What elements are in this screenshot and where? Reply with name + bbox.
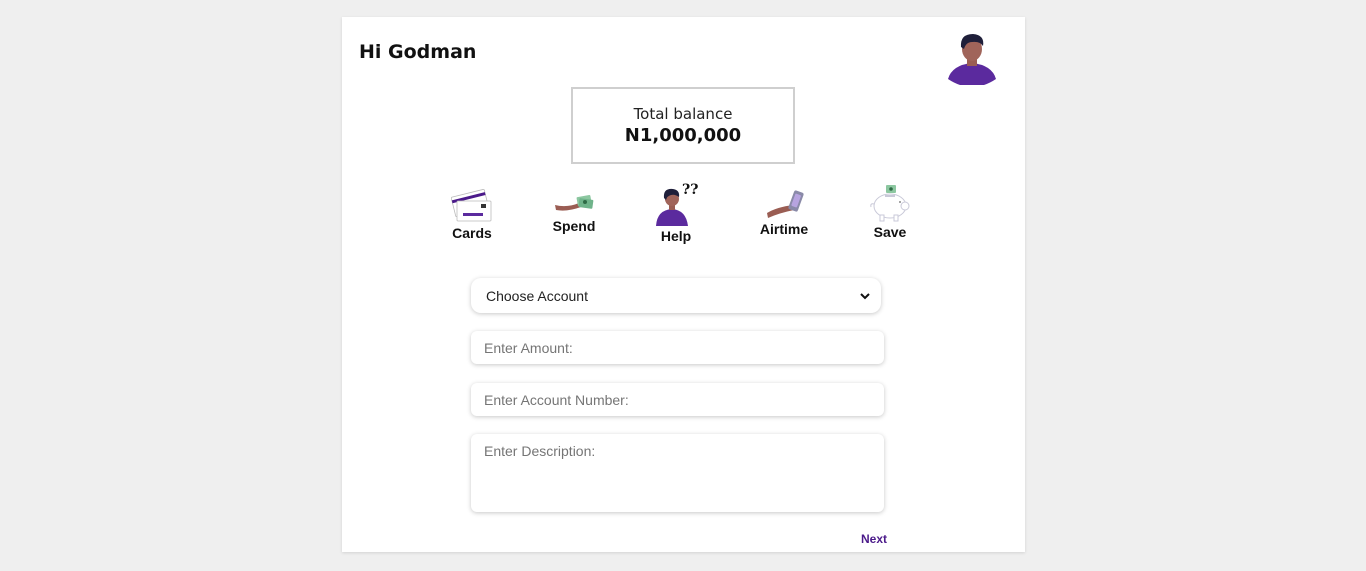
action-help[interactable]: ?? Help: [653, 180, 699, 244]
chevron-down-icon: [860, 292, 870, 299]
avatar[interactable]: [944, 29, 1000, 87]
airtime-icon: [767, 190, 804, 218]
account-select[interactable]: Choose Account: [471, 278, 881, 313]
balance-box: Total balance N1,000,000: [571, 87, 795, 164]
help-icon: ??: [656, 182, 698, 226]
action-spend[interactable]: Spend: [552, 190, 596, 234]
action-save-label: Save: [873, 224, 907, 240]
description-textarea[interactable]: [471, 434, 884, 512]
amount-input[interactable]: [471, 331, 884, 364]
balance-label: Total balance: [633, 105, 733, 123]
user-avatar-icon: [948, 34, 996, 87]
svg-text:??: ??: [682, 182, 698, 198]
spend-icon: [555, 195, 594, 211]
account-number-input[interactable]: [471, 383, 884, 416]
action-airtime-label: Airtime: [759, 221, 809, 237]
action-airtime[interactable]: Airtime: [759, 189, 809, 237]
action-save[interactable]: Save: [867, 184, 913, 240]
piggy-bank-icon: [870, 185, 910, 222]
balance-value: N1,000,000: [624, 125, 742, 146]
action-cards[interactable]: Cards: [450, 187, 494, 241]
action-cards-label: Cards: [452, 225, 492, 241]
action-spend-label: Spend: [552, 218, 596, 234]
cards-icon: [451, 188, 492, 222]
next-button[interactable]: Next: [861, 532, 887, 546]
greeting-title: Hi Godman: [359, 41, 477, 63]
account-select-value: Choose Account: [486, 287, 588, 304]
transfer-card: Hi Godman Total balance N1,000,000 Cards: [342, 17, 1025, 552]
action-help-label: Help: [660, 228, 692, 244]
